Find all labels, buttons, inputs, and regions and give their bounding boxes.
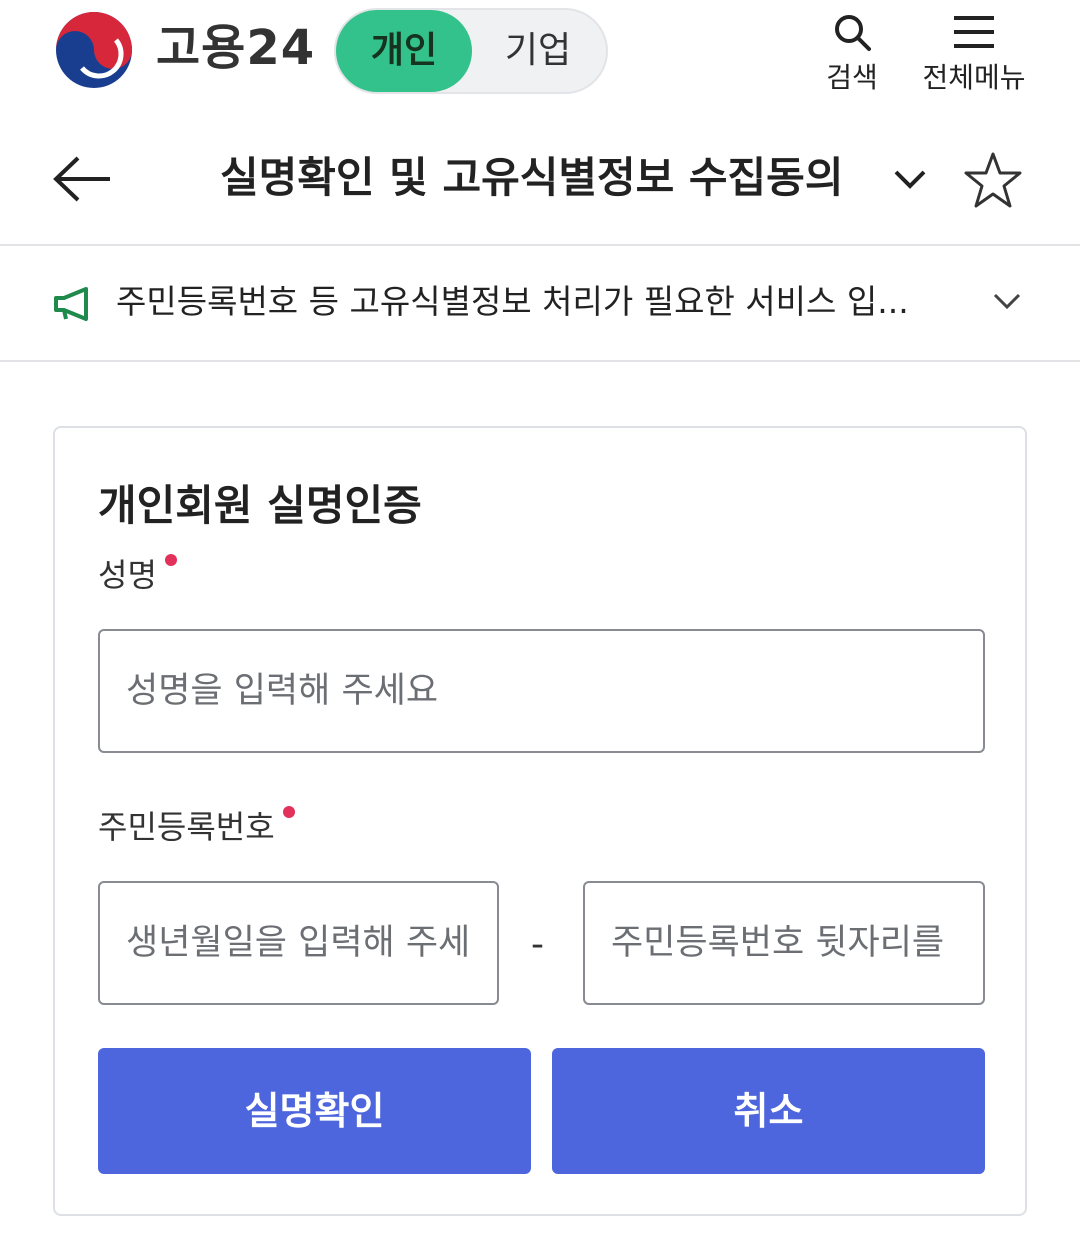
rrn-label: 주민등록번호 [98,808,275,846]
favorite-star-icon[interactable] [962,150,1024,212]
megaphone-icon [54,287,88,321]
hamburger-menu-icon [954,16,994,48]
full-menu-label: 전체메뉴 [922,61,1026,94]
search-label: 검색 [826,61,878,94]
chevron-down-icon[interactable] [990,288,1024,314]
search-icon [835,15,871,51]
rrn-back-input[interactable] [583,881,985,1005]
toggle-business[interactable]: 기업 [470,10,606,92]
full-menu-button[interactable]: 전체메뉴 [914,12,1034,96]
identity-verification-card: 개인회원 실명인증 성명 주민등록번호 - 실명확인 취소 [53,426,1027,1216]
confirm-identity-button[interactable]: 실명확인 [98,1048,531,1174]
page-title[interactable]: 실명확인 및 고유식별정보 수집동의 [220,148,843,208]
birthdate-input[interactable] [98,881,499,1005]
rrn-separator: - [531,924,544,965]
chevron-down-icon[interactable] [890,164,930,194]
notice-banner[interactable]: 주민등록번호 등 고유식별정보 처리가 필요한 서비스 입... [0,246,1080,362]
back-arrow-icon[interactable] [52,154,114,204]
rrn-label-wrapper: 주민등록번호 [98,804,295,850]
search-button[interactable]: 검색 [812,12,892,96]
card-title: 개인회원 실명인증 [98,481,422,530]
required-dot [282,806,295,818]
brand-name[interactable]: 고용24 [156,18,315,78]
government-logo[interactable] [52,10,136,90]
name-label: 성명 [98,556,157,594]
page-title-bar: 실명확인 및 고유식별정보 수집동의 [0,118,1080,246]
name-label-wrapper: 성명 [98,552,177,598]
member-type-toggle[interactable]: 개인 기업 [334,8,608,94]
cancel-button[interactable]: 취소 [552,1048,985,1174]
top-header: 고용24 개인 기업 검색 전체메뉴 [0,0,1080,110]
required-dot [164,554,177,566]
toggle-individual[interactable]: 개인 [336,10,472,92]
name-input[interactable] [98,629,985,753]
notice-text: 주민등록번호 등 고유식별정보 처리가 필요한 서비스 입... [116,282,909,321]
